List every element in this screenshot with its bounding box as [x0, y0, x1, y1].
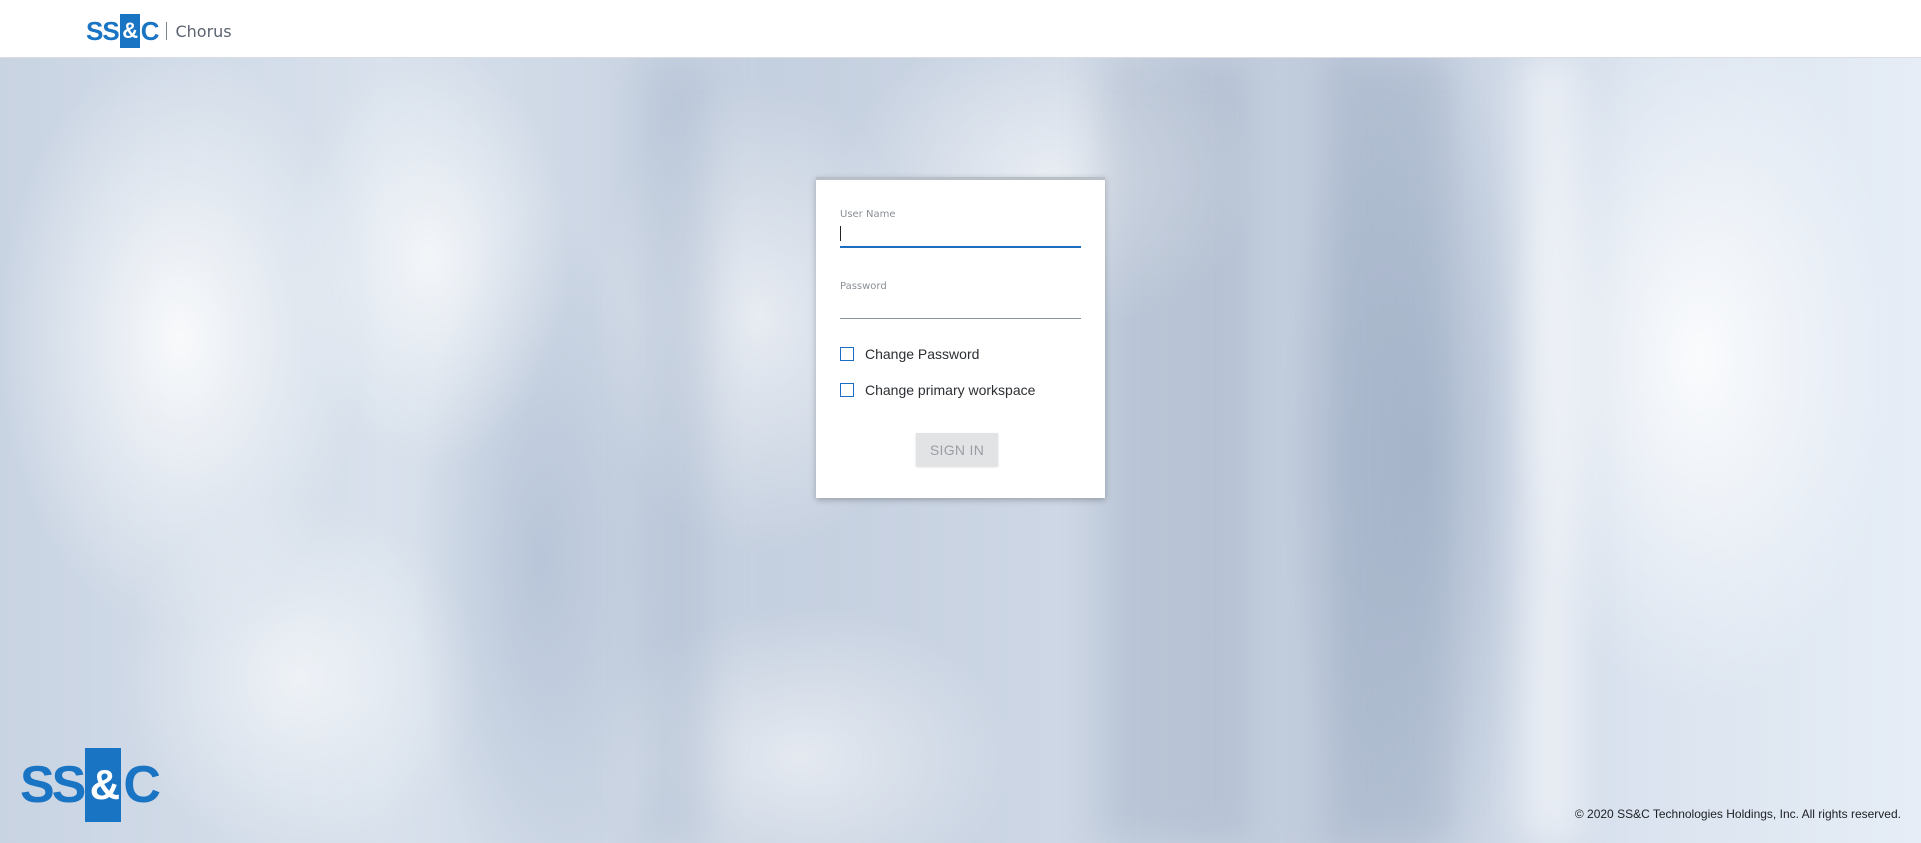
- copyright-text: © 2020 SS&C Technologies Holdings, Inc. …: [1574, 807, 1901, 821]
- top-header: SS & C Chorus: [0, 0, 1921, 58]
- footer-logo: SS & C: [20, 748, 161, 822]
- username-input[interactable]: [840, 220, 1081, 246]
- logo-text-left: SS: [20, 756, 86, 814]
- logo-text-left: SS: [86, 15, 120, 46]
- change-password-option[interactable]: Change Password: [840, 346, 979, 362]
- logo-ampersand-box: &: [85, 748, 122, 822]
- change-password-checkbox[interactable]: [840, 347, 854, 361]
- sign-in-button[interactable]: SIGN IN: [916, 433, 998, 466]
- password-input[interactable]: [840, 292, 1081, 318]
- username-label: User Name: [840, 209, 896, 220]
- password-underline: [840, 318, 1081, 319]
- username-field: User Name: [840, 209, 1081, 248]
- logo-text-right: C: [123, 756, 161, 814]
- login-card: User Name Password Change Password Chang…: [816, 177, 1105, 498]
- ssc-logo: SS & C: [86, 14, 160, 48]
- change-password-label: Change Password: [865, 346, 980, 362]
- change-workspace-checkbox[interactable]: [840, 383, 854, 397]
- change-workspace-option[interactable]: Change primary workspace: [840, 382, 1035, 398]
- password-label: Password: [840, 281, 887, 292]
- text-caret: [840, 226, 841, 241]
- username-underline: [840, 246, 1081, 248]
- logo-ampersand-box: &: [119, 14, 140, 48]
- password-field: Password: [840, 281, 1081, 319]
- logo-divider: [166, 22, 168, 40]
- product-name: Chorus: [175, 21, 232, 41]
- header-logo[interactable]: SS & C Chorus: [86, 14, 232, 48]
- change-workspace-label: Change primary workspace: [865, 382, 1036, 398]
- logo-text-right: C: [140, 15, 160, 46]
- ssc-logo-large: SS & C: [20, 748, 161, 822]
